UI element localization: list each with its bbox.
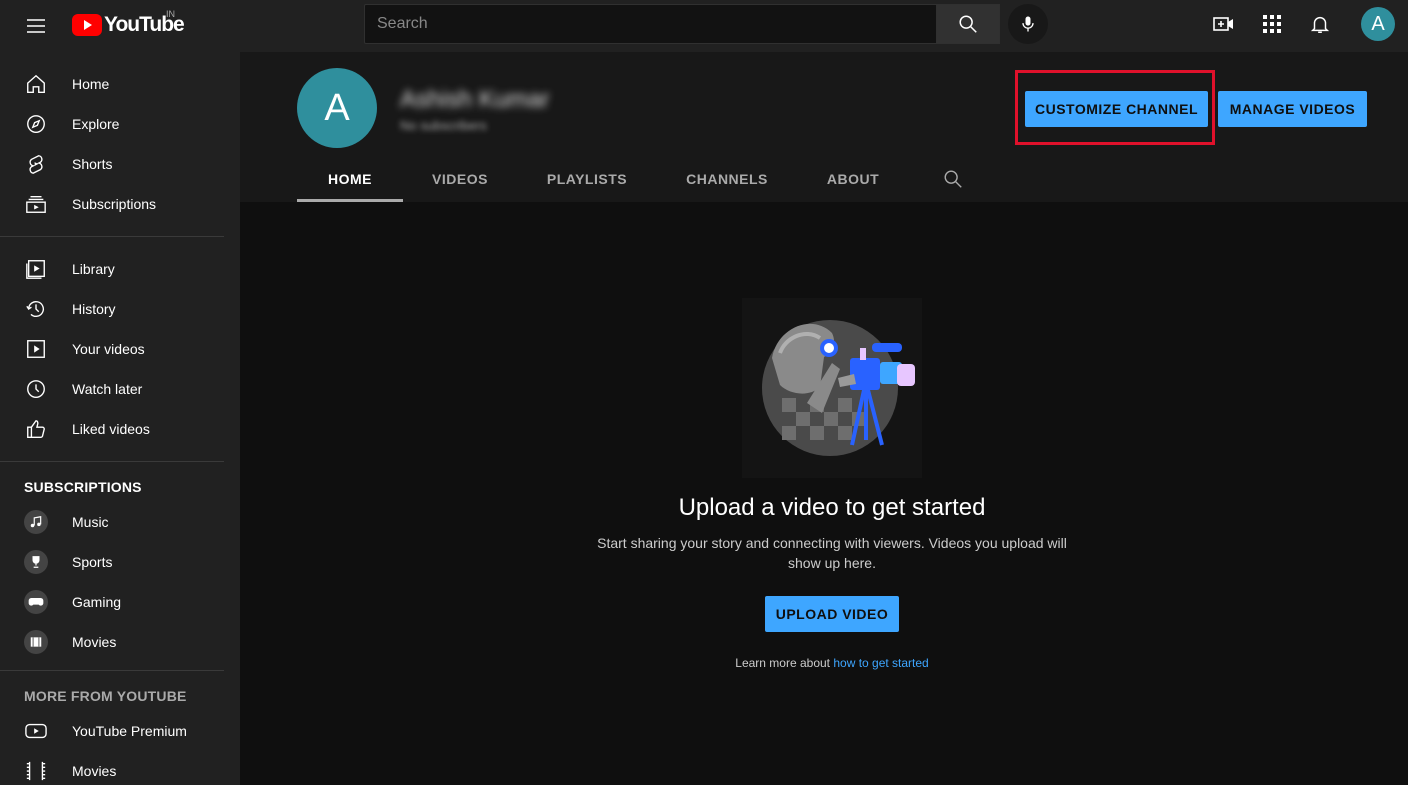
sidebar-item-sports[interactable]: Sports bbox=[0, 542, 240, 582]
sidebar-item-subscriptions[interactable]: Subscriptions bbox=[0, 184, 240, 224]
sidebar-item-gaming[interactable]: Gaming bbox=[0, 582, 240, 622]
search-box[interactable] bbox=[364, 4, 937, 44]
sidebar-item-watch-later[interactable]: Watch later bbox=[0, 369, 240, 409]
menu-icon[interactable] bbox=[24, 14, 48, 38]
watch-later-icon bbox=[24, 377, 48, 401]
sidebar-item-label: Gaming bbox=[72, 594, 122, 610]
sidebar-item-label: YouTube Premium bbox=[72, 723, 187, 739]
learn-more-text: Learn more about how to get started bbox=[632, 656, 1032, 670]
channel-avatar[interactable]: A bbox=[297, 68, 377, 148]
sidebar-item-explore[interactable]: Explore bbox=[0, 104, 240, 144]
sidebar-item-liked-videos[interactable]: Liked videos bbox=[0, 409, 240, 449]
sidebar-item-label: Watch later bbox=[72, 381, 143, 397]
country-code: IN bbox=[166, 9, 175, 19]
upload-video-button[interactable]: UPLOAD VIDEO bbox=[765, 596, 899, 632]
sidebar-item-shorts[interactable]: Shorts bbox=[0, 144, 240, 184]
sidebar-item-label: Library bbox=[72, 261, 115, 277]
search-icon bbox=[959, 15, 977, 33]
sidebar-item-movies-more[interactable]: Movies bbox=[0, 751, 240, 785]
sidebar-item-label: Explore bbox=[72, 116, 120, 132]
liked-videos-icon bbox=[24, 417, 48, 441]
sidebar-item-label: History bbox=[72, 301, 116, 317]
voice-search-button[interactable] bbox=[1008, 4, 1048, 44]
channel-name: Ashish Kumar bbox=[400, 86, 550, 113]
sidebar-divider bbox=[0, 236, 224, 237]
sidebar-item-label: Your videos bbox=[72, 341, 145, 357]
masthead: YouTube IN A bbox=[0, 0, 1408, 52]
sidebar-item-label: Music bbox=[72, 514, 109, 530]
customize-channel-button[interactable]: CUSTOMIZE CHANNEL bbox=[1025, 91, 1208, 127]
subscriber-count: No subscribers bbox=[400, 118, 487, 133]
sidebar-item-label: Movies bbox=[72, 763, 117, 779]
channel-search-icon[interactable] bbox=[942, 168, 966, 192]
videographer-illustration bbox=[742, 298, 922, 478]
more-from-youtube-heading: MORE FROM YOUTUBE bbox=[24, 688, 187, 704]
tab-channels[interactable]: CHANNELS bbox=[657, 164, 797, 202]
subscriptions-heading: SUBSCRIPTIONS bbox=[24, 479, 142, 495]
sidebar-item-label: Sports bbox=[72, 554, 113, 570]
sidebar-item-label: Liked videos bbox=[72, 421, 150, 437]
account-avatar[interactable]: A bbox=[1361, 7, 1395, 41]
notifications-bell-icon[interactable] bbox=[1308, 12, 1332, 36]
your-videos-icon bbox=[24, 337, 48, 361]
empty-state-description: Start sharing your story and connecting … bbox=[597, 535, 1067, 571]
subscriptions-icon bbox=[24, 192, 48, 216]
trophy-icon bbox=[24, 550, 48, 574]
microphone-icon bbox=[1022, 16, 1034, 32]
sidebar-divider bbox=[0, 670, 224, 671]
sidebar-item-youtube-premium[interactable]: YouTube Premium bbox=[0, 711, 240, 751]
sidebar-item-movies[interactable]: Movies bbox=[0, 622, 240, 662]
sidebar-divider bbox=[0, 461, 224, 462]
tab-about[interactable]: ABOUT bbox=[797, 164, 909, 202]
sidebar: Home Explore Shorts Subscriptions Librar… bbox=[0, 52, 240, 785]
sidebar-item-your-videos[interactable]: Your videos bbox=[0, 329, 240, 369]
gaming-icon bbox=[24, 590, 48, 614]
how-to-get-started-link[interactable]: how to get started bbox=[833, 656, 928, 670]
sidebar-item-label: Subscriptions bbox=[72, 196, 157, 212]
manage-videos-button[interactable]: MANAGE VIDEOS bbox=[1218, 91, 1367, 127]
sidebar-item-label: Shorts bbox=[72, 156, 113, 172]
channel-header: A Ashish Kumar No subscribers CUSTOMIZE … bbox=[240, 52, 1408, 202]
sidebar-item-label: Home bbox=[72, 76, 110, 92]
shorts-icon bbox=[24, 152, 48, 176]
search-button[interactable] bbox=[936, 4, 1000, 44]
apps-icon[interactable] bbox=[1260, 12, 1284, 36]
learn-more-prefix: Learn more about bbox=[735, 656, 830, 670]
tab-playlists[interactable]: PLAYLISTS bbox=[517, 164, 657, 202]
tab-videos[interactable]: VIDEOS bbox=[403, 164, 517, 202]
sidebar-item-library[interactable]: Library bbox=[0, 249, 240, 289]
youtube-play-icon bbox=[72, 14, 102, 36]
film-strip-icon bbox=[24, 759, 48, 783]
sidebar-item-history[interactable]: History bbox=[0, 289, 240, 329]
music-icon bbox=[24, 510, 48, 534]
home-icon bbox=[24, 72, 48, 96]
tab-home[interactable]: HOME bbox=[297, 164, 403, 202]
history-icon bbox=[24, 297, 48, 321]
search-input[interactable] bbox=[377, 15, 924, 33]
sidebar-item-music[interactable]: Music bbox=[0, 502, 240, 542]
library-icon bbox=[24, 257, 48, 281]
empty-state-title: Upload a video to get started bbox=[678, 494, 986, 521]
explore-icon bbox=[24, 112, 48, 136]
movies-icon bbox=[24, 630, 48, 654]
youtube-premium-icon bbox=[24, 719, 48, 743]
sidebar-item-home[interactable]: Home bbox=[0, 64, 240, 104]
create-video-icon[interactable] bbox=[1212, 12, 1236, 36]
sidebar-item-label: Movies bbox=[72, 634, 117, 650]
